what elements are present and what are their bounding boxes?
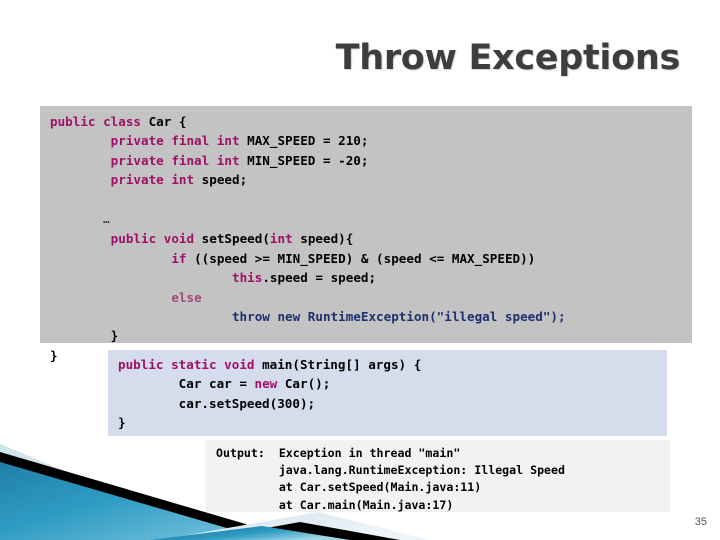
code-block-console-output: Output: Exception in thread "main" java.… xyxy=(205,440,670,512)
code-line: private final int MIN_SPEED = -20; xyxy=(50,151,692,170)
code-token: MIN_SPEED = -20; xyxy=(247,152,369,168)
code-token: ((speed >= MIN_SPEED) & (speed <= MAX_SP… xyxy=(194,250,536,266)
code-token: … xyxy=(50,213,110,227)
code-line: at Car.main(Main.java:17) xyxy=(216,497,670,514)
code-token: speed){ xyxy=(300,231,354,247)
code-token: .speed = speed; xyxy=(262,270,377,286)
code-line: this.speed = speed; xyxy=(50,268,692,287)
code-line: Output: Exception in thread "main" xyxy=(216,445,670,462)
code-token: main(String[] args) { xyxy=(262,357,422,372)
deco-blue-wedge-right xyxy=(150,526,350,540)
code-line: else xyxy=(50,288,692,307)
code-token: private int xyxy=(50,172,202,188)
code-token: Car { xyxy=(148,114,187,129)
code-line: java.lang.RuntimeException: Illegal Spee… xyxy=(216,462,670,479)
code-token: java.lang.RuntimeException: Illegal Spee… xyxy=(216,463,566,478)
code-token: public static void xyxy=(118,357,263,372)
code-line: public class Car { xyxy=(50,112,692,131)
code-token: public class xyxy=(50,114,149,129)
code-token: throw new RuntimeException("illegal spee… xyxy=(50,309,566,325)
code-token: car.setSpeed(300); xyxy=(118,395,316,411)
code-token: Car car = xyxy=(118,376,255,392)
code-block-main-method: public static void main(String[] args) {… xyxy=(108,350,667,436)
code-line: car.setSpeed(300); xyxy=(118,394,667,413)
code-token: speed; xyxy=(201,172,248,188)
code-line: } xyxy=(50,326,692,345)
code-token: } xyxy=(50,347,58,363)
code-token: at Car.setSpeed(Main.java:11) xyxy=(216,480,482,495)
code-token: MAX_SPEED = 210; xyxy=(247,133,369,149)
code-token: private final int xyxy=(50,152,248,168)
code-token: at Car.main(Main.java:17) xyxy=(216,497,454,512)
code-line: if ((speed >= MIN_SPEED) & (speed <= MAX… xyxy=(50,249,692,268)
page-title: Throw Exceptions xyxy=(335,38,681,78)
slide-canvas: Throw Exceptions public class Car { priv… xyxy=(0,0,720,540)
code-block-car-class: public class Car { private final int MAX… xyxy=(40,106,692,363)
code-token: Output: Exception in thread "main" xyxy=(216,446,461,460)
code-token: Car(); xyxy=(284,376,331,392)
code-token: } xyxy=(118,415,126,431)
deco-pale-wedge xyxy=(0,444,232,540)
code-token: else xyxy=(171,289,202,305)
page-number: 35 xyxy=(694,516,707,528)
code-line: throw new RuntimeException("illegal spee… xyxy=(50,307,692,326)
code-token: if xyxy=(171,250,195,266)
code-line: public void setSpeed(int speed){ xyxy=(50,229,692,248)
code-token: public void xyxy=(50,231,202,247)
code-token: int xyxy=(269,231,301,247)
code-token: this xyxy=(231,270,263,286)
code-line: … xyxy=(50,209,692,229)
code-token: setSpeed( xyxy=(201,231,270,247)
code-token: private final int xyxy=(50,133,248,149)
code-token: } xyxy=(50,328,119,344)
code-line: private final int MAX_SPEED = 210; xyxy=(50,131,692,150)
code-line: Car car = new Car(); xyxy=(118,374,667,393)
code-token: new xyxy=(254,376,285,392)
deco-pale-wedge-right xyxy=(160,512,430,540)
code-line: private int speed; xyxy=(50,170,692,189)
code-line: } xyxy=(118,413,667,432)
code-line: at Car.setSpeed(Main.java:11) xyxy=(216,479,670,496)
code-line: public static void main(String[] args) { xyxy=(118,355,667,374)
deco-black-wedge-right xyxy=(200,522,400,540)
